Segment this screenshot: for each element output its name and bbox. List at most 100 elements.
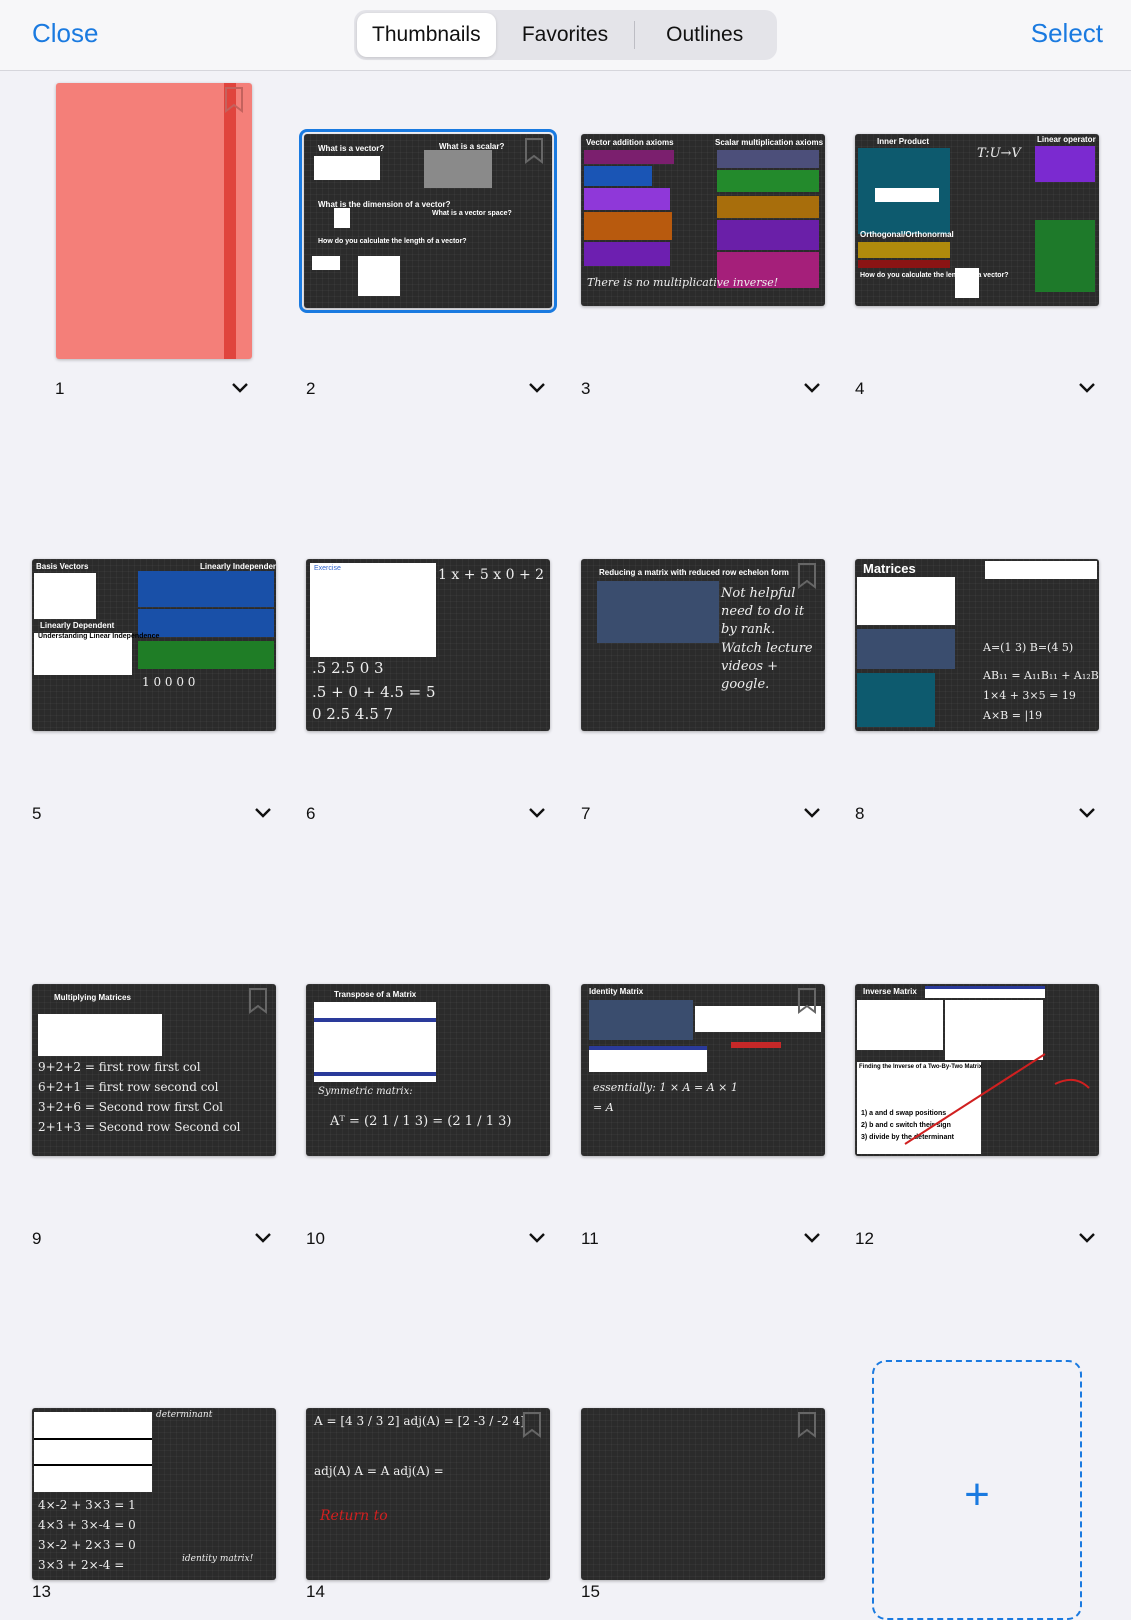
matrix-sketch: 1 0 0 0 0 [142,675,196,689]
thumb-text: Identity Matrix [589,987,644,996]
page-thumbnail-2[interactable]: What is a vector? What is a scalar? What… [299,129,557,313]
bookmark-icon[interactable] [248,988,268,1014]
page-thumbnail-1-cover[interactable] [56,83,252,359]
chevron-down-icon[interactable] [253,806,273,820]
thumb-block [985,561,1097,579]
bookmark-icon[interactable] [797,988,817,1014]
page-number: 10 [306,1229,325,1248]
thumb-block [584,188,670,210]
handwritten-note: 1×4 + 3×5 = 19 [983,689,1076,702]
thumb-block [34,573,96,619]
thumb-block [858,242,950,258]
chevron-down-icon[interactable] [527,381,547,395]
page-number: 13 [32,1582,51,1601]
handwritten-note: Aᵀ = (2 1 / 1 3) = (2 1 / 1 3) [330,1114,512,1129]
tab-thumbnails[interactable]: Thumbnails [357,13,496,57]
page-number: 15 [581,1582,600,1601]
page-thumbnail-4[interactable]: Inner Product Linear operator T:U→V Orth… [855,134,1099,306]
thumb-block [589,1046,707,1072]
top-toolbar: Close Thumbnails Favorites Outlines Sele… [0,0,1131,71]
add-page-button[interactable]: + [872,1360,1082,1620]
thumb-block [38,1014,162,1056]
thumb-block [34,1412,152,1492]
chevron-down-icon[interactable] [802,381,822,395]
chevron-down-icon[interactable] [253,1231,273,1245]
chevron-down-icon[interactable] [802,1231,822,1245]
handwritten-note: 4×3 + 3×-4 = 0 [38,1518,136,1532]
chevron-down-icon[interactable] [1077,806,1097,820]
thumb-block [314,1018,436,1022]
thumb-text: Exercise [314,565,341,572]
thumb-text: Multiplying Matrices [54,993,131,1002]
thumb-block [584,212,672,240]
handwritten-note: 3×-2 + 2×3 = 0 [38,1538,136,1552]
thumb-text: Understanding Linear Independence [38,633,160,640]
thumb-block [857,629,955,669]
thumb-block [857,577,955,625]
thumb-block [858,260,950,268]
thumb-text: Reducing a matrix with reduced row echel… [599,568,789,577]
chevron-down-icon[interactable] [1077,1231,1097,1245]
page-number: 6 [306,804,316,823]
page-number: 4 [855,379,865,398]
thumb-text: Inverse Matrix [863,987,917,996]
handwritten-note: Symmetric matrix: [318,1086,413,1097]
chevron-down-icon[interactable] [802,806,822,820]
page-thumbnail-7[interactable]: Reducing a matrix with reduced row echel… [581,559,825,731]
page-thumbnail-14[interactable]: A = [4 3 / 3 2] adj(A) = [2 -3 / -2 4] a… [306,1408,550,1580]
handwritten-note: 1 x + 5 x 0 + 2 [438,567,545,583]
thumb-block [584,166,652,186]
chevron-down-icon[interactable] [1077,381,1097,395]
thumb-text: Inner Product [877,137,930,146]
bookmark-icon[interactable] [797,563,817,589]
bookmark-icon[interactable] [522,1412,542,1438]
thumb-block [310,563,436,657]
handwritten-note: 9+2+2 = first row first col [38,1060,201,1074]
handwritten-note: 2+1+3 = Second row Second col [38,1120,241,1134]
view-segmented-control: Thumbnails Favorites Outlines [354,10,777,60]
thumb-block [875,188,939,202]
plus-icon: + [964,1470,990,1519]
close-button[interactable]: Close [32,18,98,49]
thumb-block [857,1000,943,1050]
tab-favorites[interactable]: Favorites [496,13,635,57]
handwritten-note: .5 2.5 0 3 [312,659,384,677]
tab-outlines[interactable]: Outlines [635,13,774,57]
thumb-block [589,1000,693,1040]
page-thumbnail-11[interactable]: Identity Matrix essentially: 1 × A = A ×… [581,984,825,1156]
thumb-block [717,170,819,192]
page-thumbnail-10[interactable]: Transpose of a Matrix Symmetric matrix: … [306,984,550,1156]
thumb-text: Orthogonal/Orthonormal [860,230,954,239]
page-thumbnail-12[interactable]: Inverse Matrix Finding the Inverse of a … [855,984,1099,1156]
thumb-block [424,150,492,188]
thumb-block [314,156,380,180]
page-thumbnail-9[interactable]: Multiplying Matrices 9+2+2 = first row f… [32,984,276,1156]
handwritten-note: 0 2.5 4.5 7 [312,705,394,723]
thumb-text: How do you calculate the length of a vec… [318,238,467,245]
bookmark-icon[interactable] [524,138,544,164]
thumb-block [314,1072,436,1076]
page-thumbnail-5[interactable]: Basis Vectors Linearly Independent Linea… [32,559,276,731]
chevron-down-icon[interactable] [230,381,250,395]
select-button[interactable]: Select [1031,18,1103,49]
page-thumbnail-13[interactable]: determinant 4×-2 + 3×3 = 1 4×3 + 3×-4 = … [32,1408,276,1580]
handwritten-note: There is no multiplicative inverse! [587,276,779,289]
bookmark-icon[interactable] [224,87,244,113]
page-number: 9 [32,1229,42,1248]
chevron-down-icon[interactable] [527,806,547,820]
thumb-text: Scalar multiplication axioms [715,138,824,147]
page-thumbnail-3[interactable]: Vector addition axioms Scalar multiplica… [581,134,825,306]
thumb-block [857,673,935,727]
bookmark-icon[interactable] [797,1412,817,1438]
page-number: 2 [306,379,316,398]
handwritten-note: 4×-2 + 3×3 = 1 [38,1498,136,1512]
page-number: 12 [855,1229,874,1248]
thumb-block [925,986,1045,998]
thumb-block [955,268,979,298]
thumb-block [1035,146,1095,182]
page-thumbnail-6[interactable]: Exercise 1 x + 5 x 0 + 2 .5 2.5 0 3 .5 +… [306,559,550,731]
page-thumbnail-8[interactable]: Matrices A=(1 3) B=(4 5) AB₁₁ = A₁₁B₁₁ +… [855,559,1099,731]
handwritten-note: determinant [156,1410,213,1420]
page-thumbnail-15[interactable] [581,1408,825,1580]
chevron-down-icon[interactable] [527,1231,547,1245]
